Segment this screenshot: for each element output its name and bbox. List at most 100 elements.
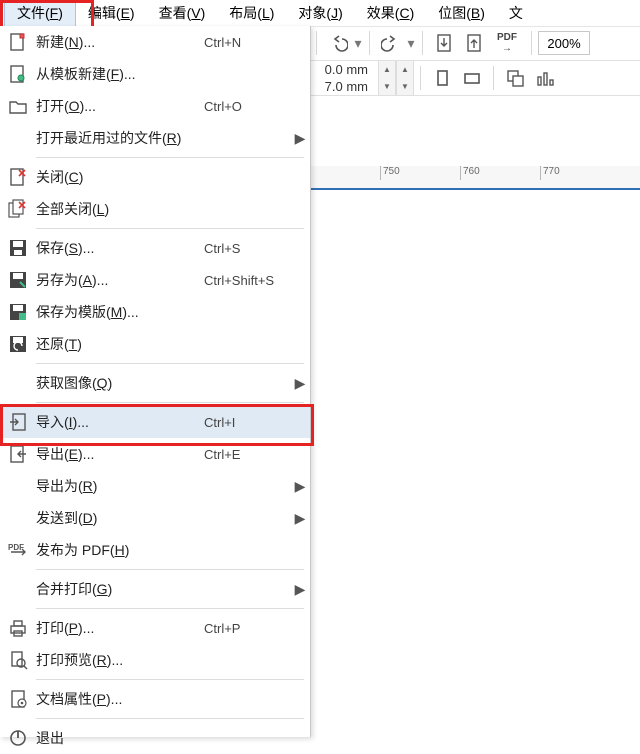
exit-icon [0,728,36,748]
menu-V[interactable]: 查看(V) [147,0,218,26]
menu-separator [36,228,304,229]
revert-icon [0,334,36,354]
save-as-icon [0,270,36,290]
close-doc-icon [0,167,36,187]
page-width-input[interactable]: 0.0 mm [310,62,374,77]
orientation-landscape-button[interactable] [459,65,485,91]
menu-item-save-as-icon[interactable]: 另存为(A)...Ctrl+Shift+S [0,264,310,296]
menu-item-open-folder-icon[interactable]: 打开(O)...Ctrl+O [0,90,310,122]
page-dimensions: 0.0 mm 7.0 mm [310,61,374,95]
menu-item-打开最近用过的文件[interactable]: 打开最近用过的文件(R) ▶ [0,122,310,154]
menu-item-save-icon[interactable]: 保存(S)...Ctrl+S [0,232,310,264]
ruler-tick: 760 [460,166,480,180]
menu-item-shortcut: Ctrl+I [204,415,290,430]
menu-item-doc-props-icon[interactable]: 文档属性(P)... [0,683,310,715]
doc-props-icon [0,689,36,709]
menu-item-shortcut: Ctrl+E [204,447,290,462]
orientation-portrait-button[interactable] [429,65,455,91]
menu-item-label: 还原(T) [36,334,204,354]
menu-item-合并打印[interactable]: 合并打印(G)▶ [0,573,310,605]
undo-button[interactable] [325,30,351,56]
menu-item-label: 另存为(A)... [36,270,204,290]
import-button[interactable] [431,30,457,56]
print-preview-icon [0,650,36,670]
menu-J[interactable]: 对象(J) [286,0,354,26]
menu-item-导出为[interactable]: 导出为(R) ▶ [0,470,310,502]
menu-L[interactable]: 布局(L) [217,0,286,26]
menu-item-pdf-publish-icon[interactable]: 发布为 PDF(H) [0,534,310,566]
menu-item-import-icon[interactable]: 导入(I)...Ctrl+I [0,406,310,438]
menu-item-new-doc-icon[interactable]: 新建(N)...Ctrl+N [0,26,310,58]
redo-dropdown-caret[interactable]: ▾ [406,35,416,52]
publish-pdf-button[interactable]: PDF → [491,30,523,56]
menu-item-获取图像[interactable]: 获取图像(Q)▶ [0,367,310,399]
zoom-level-input[interactable]: 200% [538,31,590,55]
spinner-down[interactable]: ▼ [379,78,395,95]
new-doc-icon [0,32,36,52]
menu-separator [36,718,304,719]
submenu-arrow-icon: ▶ [290,478,310,495]
menu-item-label: 打开最近用过的文件(R) [36,128,204,148]
menu-separator [36,402,304,403]
dimension-spinner-2[interactable]: ▲ ▼ [396,61,414,95]
save-tpl-icon [0,302,36,322]
menu-item-save-tpl-icon[interactable]: 保存为模版(M)... [0,296,310,328]
export-button[interactable] [461,30,487,56]
menu-item-label: 打印(P)... [36,618,204,638]
menu-separator [36,569,304,570]
menu-item-label: 新建(N)... [36,32,204,52]
ruler-tick: 750 [380,166,400,180]
pdf-publish-icon [0,540,36,560]
toolbar-row-2: 0.0 mm 7.0 mm ▲ ▼ ▲ ▼ [310,61,640,96]
menu-item-export-icon[interactable]: 导出(E)...Ctrl+E [0,438,310,470]
menu-C[interactable]: 效果(C) [355,0,426,26]
menu-separator [36,608,304,609]
file-menu-dropdown: 新建(N)...Ctrl+N从模板新建(F)...打开(O)...Ctrl+O打… [0,26,311,737]
dimension-spinner[interactable]: ▲ ▼ [378,61,396,95]
menu-item-close-all-icon[interactable]: 全部关闭(L) [0,193,310,225]
page-height-input[interactable]: 7.0 mm [310,79,374,94]
import-icon [0,412,36,432]
open-folder-icon [0,96,36,116]
export-icon [0,444,36,464]
spinner-up[interactable]: ▲ [379,61,395,78]
save-icon [0,238,36,258]
menu-item-exit-icon[interactable]: 退出 [0,722,310,754]
overlap-mode-button[interactable] [502,65,528,91]
units-button[interactable] [532,65,558,91]
menu-item-label: 保存为模版(M)... [36,302,204,322]
menu-item-shortcut: Ctrl+O [204,99,290,114]
menu-item-close-doc-icon[interactable]: 关闭(C) [0,161,310,193]
menu-item-label: 导出为(R) [36,476,204,496]
submenu-arrow-icon: ▶ [290,510,310,527]
ruler-tick: 770 [540,166,560,180]
menu-B[interactable]: 位图(B) [426,0,497,26]
spinner-up[interactable]: ▲ [397,61,413,78]
menu-文[interactable]: 文 [497,0,535,26]
menu-item-label: 发布为 PDF(H) [36,540,204,560]
menu-item-label: 合并打印(G) [36,579,204,599]
menu-item-revert-icon[interactable]: 还原(T) [0,328,310,360]
menu-F[interactable]: 文件(F) [4,0,76,27]
menu-item-print-icon[interactable]: 打印(P)...Ctrl+P [0,612,310,644]
menu-separator [36,157,304,158]
menu-item-发送到[interactable]: 发送到(D) ▶ [0,502,310,534]
undo-dropdown-caret[interactable]: ▾ [353,35,363,52]
new-from-tpl-icon [0,64,36,84]
menu-item-print-preview-icon[interactable]: 打印预览(R)... [0,644,310,676]
print-icon [0,618,36,638]
horizontal-ruler: 750 760 770 [310,166,640,189]
submenu-arrow-icon: ▶ [290,130,310,147]
menu-item-new-from-tpl-icon[interactable]: 从模板新建(F)... [0,58,310,90]
menu-item-shortcut: Ctrl+N [204,35,290,50]
spinner-down[interactable]: ▼ [397,78,413,95]
menu-bar: 文件(F)编辑(E)查看(V)布局(L)对象(J)效果(C)位图(B)文 [0,0,640,27]
redo-button[interactable] [378,30,404,56]
menu-item-label: 从模板新建(F)... [36,64,204,84]
menu-E[interactable]: 编辑(E) [76,0,147,26]
toolbar-row-1: ▾ ▾ PDF → 200% [310,26,640,61]
submenu-arrow-icon: ▶ [290,375,310,392]
menu-item-label: 发送到(D) [36,508,204,528]
menu-item-label: 导出(E)... [36,444,204,464]
menu-item-label: 打印预览(R)... [36,650,204,670]
